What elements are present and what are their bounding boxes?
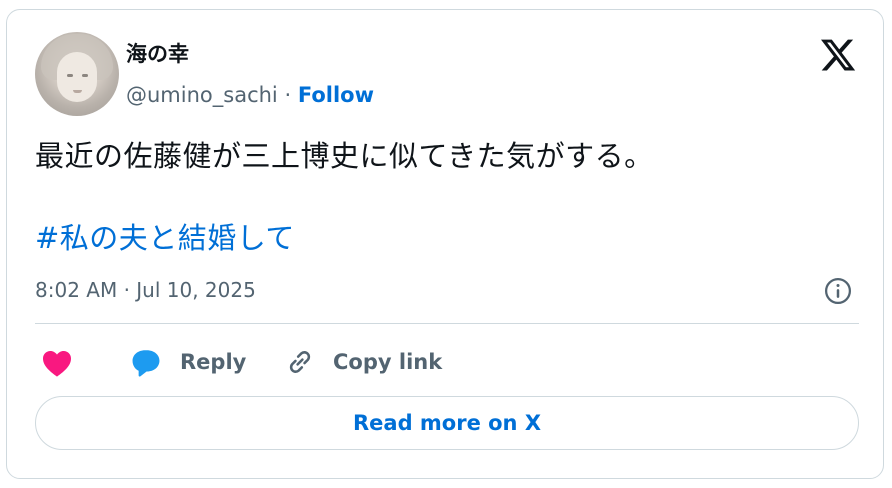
divider	[35, 323, 859, 324]
author-name[interactable]: 海の幸	[126, 40, 189, 68]
copy-link-button[interactable]: Copy link	[333, 347, 442, 377]
info-icon[interactable]	[823, 276, 853, 306]
speech-bubble-icon[interactable]	[129, 346, 163, 380]
reply-button[interactable]: Reply	[180, 347, 246, 377]
heart-icon[interactable]	[41, 348, 73, 378]
hashtag-link[interactable]: #私の夫と結婚して	[35, 218, 295, 258]
tweet-text: 最近の佐藤健が三上博史に似てきた気がする。	[35, 139, 654, 173]
read-more-button[interactable]: Read more on X	[35, 396, 859, 450]
author-handle[interactable]: @umino_sachi	[126, 83, 278, 107]
tweet-card: 海の幸 @umino_sachi · Follow 最近の佐藤健が三上博史に似て…	[6, 9, 884, 479]
x-logo-icon[interactable]	[819, 36, 857, 74]
timestamp[interactable]: 8:02 AM · Jul 10, 2025	[35, 276, 256, 304]
author-handle-row: @umino_sachi · Follow	[126, 81, 374, 109]
follow-button[interactable]: Follow	[298, 83, 374, 107]
link-icon[interactable]	[284, 346, 316, 378]
avatar[interactable]	[35, 32, 119, 116]
separator-dot: ·	[284, 83, 292, 107]
